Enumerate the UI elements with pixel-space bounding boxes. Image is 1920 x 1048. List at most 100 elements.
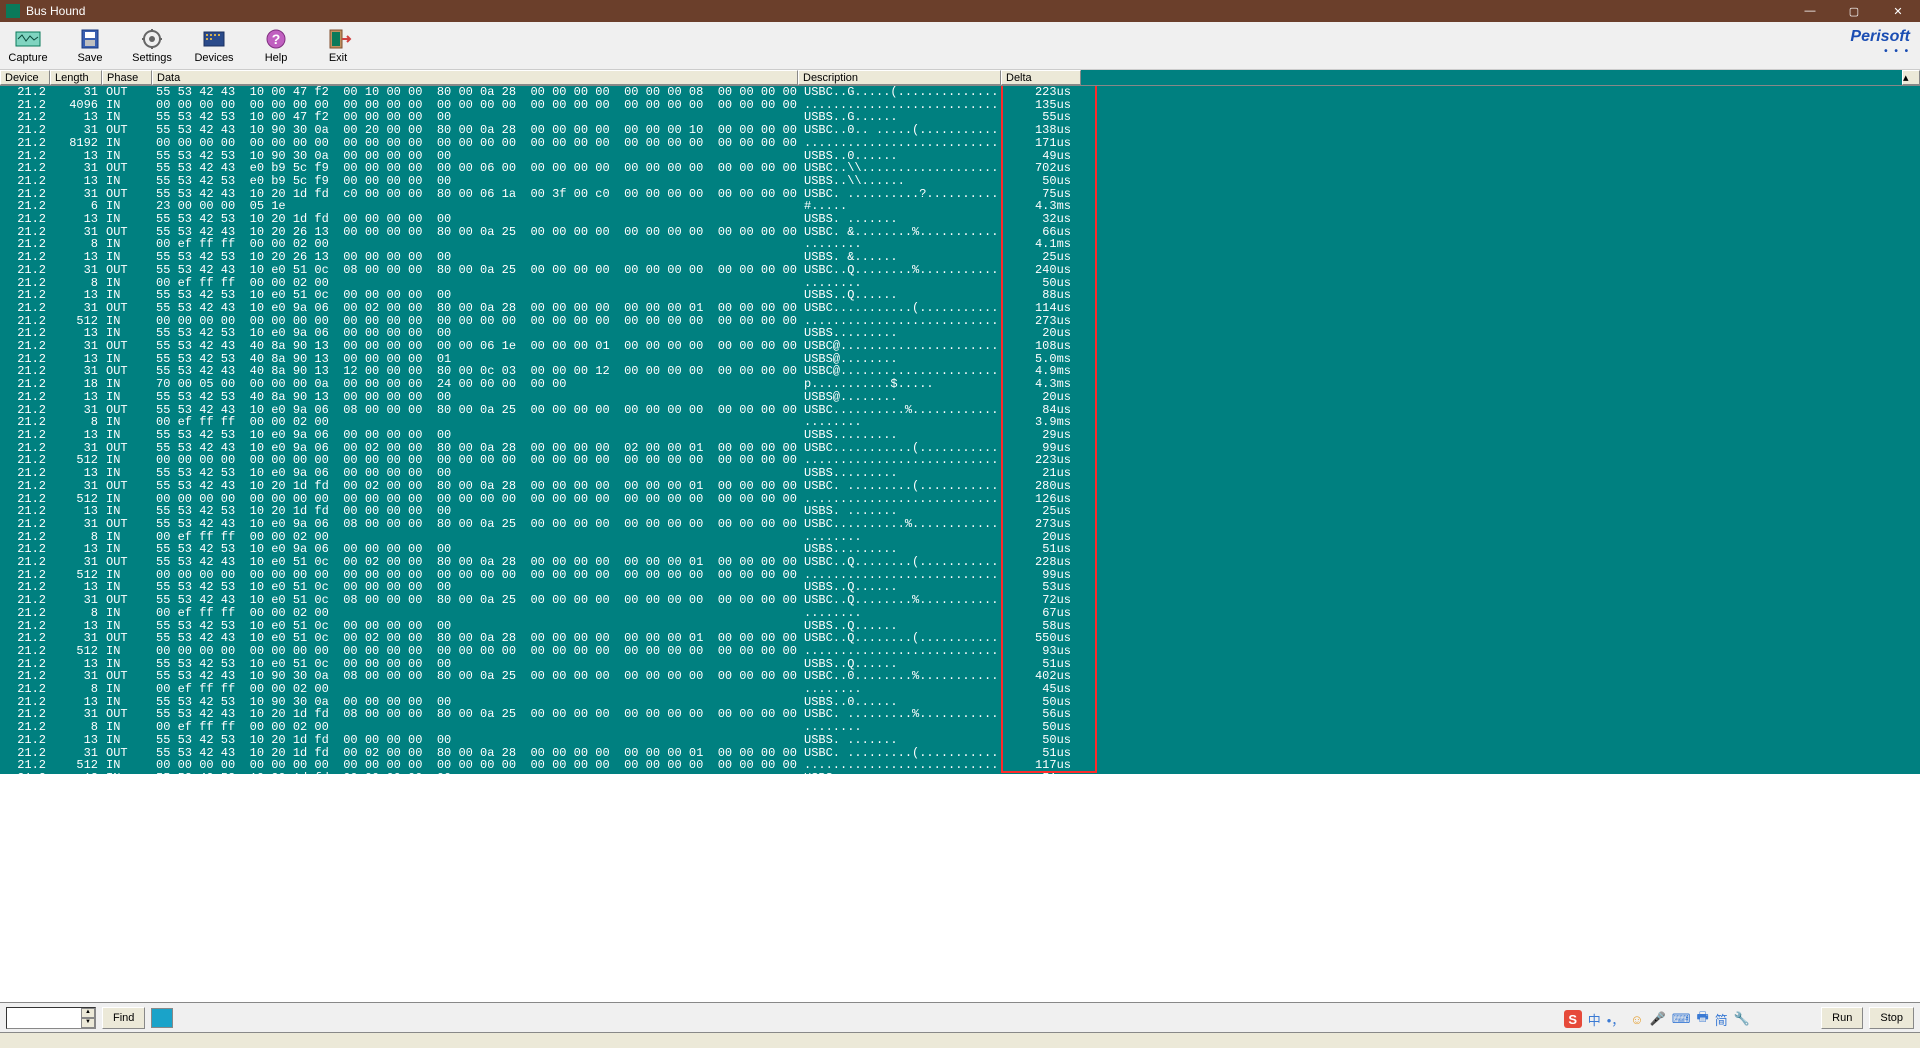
table-row[interactable]: 21.213IN55 53 42 53 40 8a 90 13 00 00 00…: [0, 391, 1920, 404]
table-row[interactable]: 21.213IN55 53 42 53 10 e0 9a 06 00 00 00…: [0, 429, 1920, 442]
table-row[interactable]: 21.28192IN00 00 00 00 00 00 00 00 00 00 …: [0, 137, 1920, 150]
table-row[interactable]: 21.231OUT55 53 42 43 10 e0 51 0c 00 02 0…: [0, 556, 1920, 569]
table-row[interactable]: 21.213IN55 53 42 53 10 e0 9a 06 00 00 00…: [0, 467, 1920, 480]
svg-text:?: ?: [272, 31, 281, 47]
table-row[interactable]: 21.213IN55 53 42 53 10 e0 51 0c 00 00 00…: [0, 658, 1920, 671]
maximize-button[interactable]: ▢: [1832, 0, 1876, 22]
table-row[interactable]: 21.231OUT55 53 42 43 10 e0 51 0c 08 00 0…: [0, 594, 1920, 607]
table-row[interactable]: 21.2512IN00 00 00 00 00 00 00 00 00 00 0…: [0, 493, 1920, 506]
table-row[interactable]: 21.213IN55 53 42 53 10 e0 9a 06 00 00 00…: [0, 543, 1920, 556]
table-row[interactable]: 21.213IN55 53 42 53 10 e0 9a 06 00 00 00…: [0, 327, 1920, 340]
run-button[interactable]: Run: [1821, 1007, 1863, 1029]
table-row[interactable]: 21.231OUT55 53 42 43 10 e0 9a 06 00 02 0…: [0, 442, 1920, 455]
table-row[interactable]: 21.28IN00 ef ff ff 00 00 02 00........3.…: [0, 416, 1920, 429]
table-row[interactable]: 21.231OUT55 53 42 43 40 8a 90 13 12 00 0…: [0, 365, 1920, 378]
table-row[interactable]: 21.213IN55 53 42 53 e0 b9 5c f9 00 00 00…: [0, 175, 1920, 188]
help-button[interactable]: ? Help: [254, 28, 298, 64]
ime-simp-icon[interactable]: 简: [1715, 1010, 1728, 1029]
save-button[interactable]: Save: [68, 28, 112, 64]
table-row[interactable]: 21.231OUT55 53 42 43 10 e0 51 0c 00 02 0…: [0, 632, 1920, 645]
scroll-up-icon[interactable]: ▴: [1902, 70, 1920, 85]
table-row[interactable]: 21.231OUT55 53 42 43 10 20 1d fd c0 00 0…: [0, 188, 1920, 201]
header-length[interactable]: Length: [50, 70, 102, 85]
exit-label: Exit: [329, 52, 347, 64]
table-row[interactable]: 21.28IN00 ef ff ff 00 00 02 00........50…: [0, 721, 1920, 734]
table-row[interactable]: 21.231OUT55 53 42 43 10 90 30 0a 00 20 0…: [0, 124, 1920, 137]
table-row[interactable]: 21.28IN00 ef ff ff 00 00 02 00........20…: [0, 531, 1920, 544]
table-row[interactable]: 21.213IN55 53 42 53 10 e0 51 0c 00 00 00…: [0, 581, 1920, 594]
ime-punct-icon[interactable]: •，: [1607, 1010, 1625, 1029]
stop-button[interactable]: Stop: [1869, 1007, 1914, 1029]
statusbar: [0, 1032, 1920, 1048]
table-row[interactable]: 21.231OUT55 53 42 43 10 20 26 13 00 00 0…: [0, 226, 1920, 239]
settings-button[interactable]: Settings: [130, 28, 174, 64]
table-row[interactable]: 21.231OUT55 53 42 43 10 e0 51 0c 08 00 0…: [0, 264, 1920, 277]
header-delta[interactable]: Delta: [1001, 70, 1081, 85]
table-row[interactable]: 21.231OUT55 53 42 43 10 00 47 f2 00 10 0…: [0, 86, 1920, 99]
devices-button[interactable]: Devices: [192, 28, 236, 64]
header-description[interactable]: Description: [798, 70, 1001, 85]
close-button[interactable]: ✕: [1876, 0, 1920, 22]
table-row[interactable]: 21.28IN00 ef ff ff 00 00 02 00........50…: [0, 277, 1920, 290]
table-row[interactable]: 21.213IN55 53 42 53 10 00 47 f2 00 00 00…: [0, 111, 1920, 124]
table-row[interactable]: 21.231OUT55 53 42 43 40 8a 90 13 00 00 0…: [0, 340, 1920, 353]
table-row[interactable]: 21.231OUT55 53 42 43 10 20 1d fd 00 02 0…: [0, 747, 1920, 760]
table-row[interactable]: 21.2512IN00 00 00 00 00 00 00 00 00 00 0…: [0, 645, 1920, 658]
minimize-button[interactable]: —: [1788, 0, 1832, 22]
spin-down-icon[interactable]: ▼: [81, 1018, 95, 1028]
table-row[interactable]: 21.24096IN00 00 00 00 00 00 00 00 00 00 …: [0, 99, 1920, 112]
table-row[interactable]: 21.231OUT55 53 42 43 10 20 1d fd 00 02 0…: [0, 480, 1920, 493]
table-row[interactable]: 21.213IN55 53 42 53 10 20 26 13 00 00 00…: [0, 251, 1920, 264]
help-label: Help: [265, 52, 288, 64]
settings-icon: [138, 28, 166, 50]
table-row[interactable]: 21.2512IN00 00 00 00 00 00 00 00 00 00 0…: [0, 454, 1920, 467]
table-row[interactable]: 21.231OUT55 53 42 43 10 e0 9a 06 00 02 0…: [0, 302, 1920, 315]
titlebar: Bus Hound — ▢ ✕: [0, 0, 1920, 22]
search-input[interactable]: [7, 1008, 81, 1028]
table-row[interactable]: 21.213IN55 53 42 53 10 20 1d fd 00 00 00…: [0, 772, 1920, 774]
capture-button[interactable]: Capture: [6, 28, 50, 64]
capture-list[interactable]: 21.231OUT55 53 42 43 10 00 47 f2 00 10 0…: [0, 86, 1920, 774]
spin-up-icon[interactable]: ▲: [81, 1008, 95, 1018]
devices-icon: [200, 28, 228, 50]
search-spinner[interactable]: ▲ ▼: [6, 1007, 96, 1029]
find-button[interactable]: Find: [102, 1007, 145, 1029]
table-row[interactable]: 21.2512IN00 00 00 00 00 00 00 00 00 00 0…: [0, 315, 1920, 328]
table-row[interactable]: 21.213IN55 53 42 53 10 90 30 0a 00 00 00…: [0, 150, 1920, 163]
table-row[interactable]: 21.218IN70 00 05 00 00 00 00 0a 00 00 00…: [0, 378, 1920, 391]
table-row[interactable]: 21.28IN00 ef ff ff 00 00 02 00........67…: [0, 607, 1920, 620]
color-swatch[interactable]: [151, 1008, 173, 1028]
window-title: Bus Hound: [26, 4, 85, 18]
ime-smiley-icon[interactable]: ☺: [1630, 1012, 1643, 1027]
table-row[interactable]: 21.213IN55 53 42 53 10 e0 51 0c 00 00 00…: [0, 620, 1920, 633]
ime-keyboard-icon[interactable]: ⌨: [1672, 1011, 1691, 1027]
table-row[interactable]: 21.213IN55 53 42 53 10 20 1d fd 00 00 00…: [0, 505, 1920, 518]
table-row[interactable]: 21.26IN23 00 00 00 05 1e#.....4.3ms: [0, 200, 1920, 213]
header-device[interactable]: Device: [0, 70, 50, 85]
ime-lang-icon[interactable]: 中: [1588, 1010, 1601, 1029]
table-row[interactable]: 21.231OUT55 53 42 43 10 e0 9a 06 08 00 0…: [0, 518, 1920, 531]
ime-mic-icon[interactable]: 🎤: [1650, 1011, 1666, 1027]
table-row[interactable]: 21.231OUT55 53 42 43 10 90 30 0a 08 00 0…: [0, 670, 1920, 683]
exit-icon: [324, 28, 352, 50]
ime-print-icon[interactable]: 🖶: [1697, 1008, 1709, 1030]
table-row[interactable]: 21.231OUT55 53 42 43 e0 b9 5c f9 00 00 0…: [0, 162, 1920, 175]
table-row[interactable]: 21.28IN00 ef ff ff 00 00 02 00........45…: [0, 683, 1920, 696]
exit-button[interactable]: Exit: [316, 28, 360, 64]
table-row[interactable]: 21.231OUT55 53 42 43 10 20 1d fd 08 00 0…: [0, 708, 1920, 721]
sogou-ime-icon[interactable]: S: [1564, 1010, 1582, 1028]
table-row[interactable]: 21.231OUT55 53 42 43 10 e0 9a 06 08 00 0…: [0, 404, 1920, 417]
ime-tool-icon[interactable]: 🔧: [1734, 1011, 1750, 1027]
table-row[interactable]: 21.213IN55 53 42 53 10 90 30 0a 00 00 00…: [0, 696, 1920, 709]
app-icon: [6, 4, 20, 18]
table-row[interactable]: 21.2512IN00 00 00 00 00 00 00 00 00 00 0…: [0, 759, 1920, 772]
table-row[interactable]: 21.213IN55 53 42 53 40 8a 90 13 00 00 00…: [0, 353, 1920, 366]
table-row[interactable]: 21.213IN55 53 42 53 10 e0 51 0c 00 00 00…: [0, 289, 1920, 302]
header-data[interactable]: Data: [152, 70, 798, 85]
table-row[interactable]: 21.213IN55 53 42 53 10 20 1d fd 00 00 00…: [0, 734, 1920, 747]
table-row[interactable]: 21.213IN55 53 42 53 10 20 1d fd 00 00 00…: [0, 213, 1920, 226]
table-row[interactable]: 21.28IN00 ef ff ff 00 00 02 00........4.…: [0, 238, 1920, 251]
table-row[interactable]: 21.2512IN00 00 00 00 00 00 00 00 00 00 0…: [0, 569, 1920, 582]
column-headers: Device Length Phase Data Description Del…: [0, 70, 1920, 86]
header-phase[interactable]: Phase: [102, 70, 152, 85]
